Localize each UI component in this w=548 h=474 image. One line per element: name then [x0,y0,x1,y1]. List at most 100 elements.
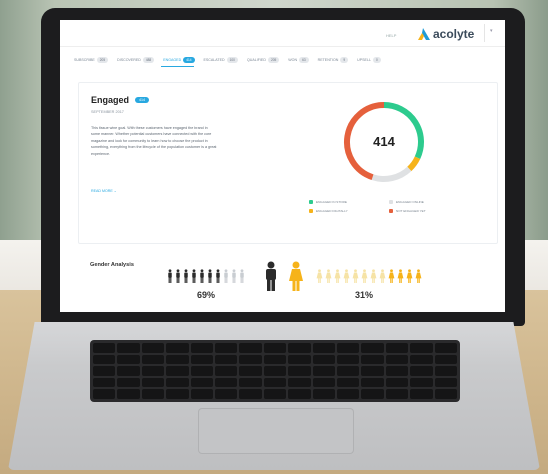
keyboard-key[interactable] [117,354,140,365]
tab-subscribe[interactable]: SUBSCRIBE 205 [74,55,109,65]
read-more-link[interactable]: READ MORE ⌄ [91,189,117,193]
keyboard-key[interactable] [336,389,360,399]
keyboard-key[interactable] [190,366,213,376]
tab-upsell[interactable]: UPSELL 0 [357,55,381,65]
keyboard-key[interactable] [263,343,287,353]
keyboard-key[interactable] [190,343,213,353]
keyboard-key[interactable] [410,354,433,365]
keyboard-key[interactable] [410,343,433,353]
tab-label: ESCALATED [203,58,225,62]
keyboard-key[interactable] [288,389,311,399]
keyboard-key[interactable] [190,389,213,399]
male-percentage: 69% [197,290,216,300]
tab-engaged[interactable]: ENGAGED 414 [163,55,195,65]
tab-discovered[interactable]: DISCOVERED 488 [117,55,155,65]
keyboard-key[interactable] [385,354,409,365]
trackpad[interactable] [198,408,354,454]
keyboard-key[interactable] [166,343,189,353]
keyboard-key[interactable] [141,343,165,353]
keyboard-key[interactable] [190,377,213,388]
male-figure-icon [191,269,197,288]
tab-label: SUBSCRIBE [74,58,95,62]
keyboard-key[interactable] [117,377,140,388]
keyboard-key[interactable] [166,354,189,365]
keyboard-key[interactable] [361,366,384,376]
help-link[interactable]: HELP [386,33,396,38]
keyboard-key[interactable] [93,389,116,399]
keyboard-key[interactable] [214,343,238,353]
keyboard-key[interactable] [312,366,335,376]
keyboard-key[interactable] [239,366,262,376]
keyboard-key[interactable] [336,354,360,365]
keyboard-key[interactable] [410,377,433,388]
tab-escalated[interactable]: ESCALATED 100 [204,55,238,65]
keyboard-key[interactable] [166,377,189,388]
keyboard-key[interactable] [385,343,409,353]
keyboard-key[interactable] [361,354,384,365]
female-figure-icon [397,269,404,288]
keyboard-key[interactable] [410,366,433,376]
chevron-down-icon[interactable]: ▾ [490,28,493,34]
keyboard-key[interactable] [166,366,189,376]
keyboard-key[interactable] [214,366,238,376]
keyboard-key[interactable] [141,377,165,388]
keyboard-key[interactable] [434,354,457,365]
legend-label: ENGAGED ONLINE [396,200,424,204]
keyboard-key[interactable] [288,343,311,353]
keyboard-key[interactable] [434,366,457,376]
keyboard-key[interactable] [214,389,238,399]
keyboard-key[interactable] [385,377,409,388]
keyboard-key[interactable] [117,366,140,376]
keyboard-key[interactable] [93,377,116,388]
keyboard-key[interactable] [214,377,238,388]
legend-swatch [309,209,313,213]
tab-won[interactable]: WON 63 [288,55,309,65]
male-figure-icon [199,269,205,288]
keyboard-key[interactable] [93,366,116,376]
keyboard-key[interactable] [336,377,360,388]
keyboard-key[interactable] [385,366,409,376]
keyboard-key[interactable] [214,354,238,365]
keyboard-key[interactable] [312,343,335,353]
keyboard-key[interactable] [361,389,384,399]
keyboard-key[interactable] [434,389,457,399]
tab-label: RETENTION [317,58,339,62]
keyboard-key[interactable] [312,354,335,365]
tab-retention[interactable]: RETENTION 9 [318,55,349,65]
tab-qualified[interactable]: QUALIFIED 205 [247,55,280,65]
keyboard-key[interactable] [312,389,335,399]
keyboard-key[interactable] [263,354,287,365]
legend-swatch [389,200,393,204]
keyboard-key[interactable] [361,377,384,388]
keyboard-key[interactable] [312,377,335,388]
keyboard-key[interactable] [117,389,140,399]
keyboard-key[interactable] [239,389,262,399]
keyboard-key[interactable] [166,389,189,399]
keyboard-key[interactable] [93,343,116,353]
keyboard-key[interactable] [239,343,262,353]
keyboard-key[interactable] [434,377,457,388]
legend-label: NOT ENGAGED YET [396,209,426,213]
keyboard-key[interactable] [263,366,287,376]
keyboard-key[interactable] [336,343,360,353]
keyboard-key[interactable] [361,343,384,353]
keyboard-key[interactable] [288,377,311,388]
keyboard-key[interactable] [117,343,140,353]
keyboard-key[interactable] [141,366,165,376]
keyboard-key[interactable] [190,354,213,365]
keyboard-key[interactable] [263,377,287,388]
keyboard-key[interactable] [141,354,165,365]
keyboard-key[interactable] [239,377,262,388]
chart-legend: ENGAGED IN STORE ENGAGED ONLINE ENGAGED DI… [309,200,459,213]
keyboard-key[interactable] [288,354,311,365]
keyboard-key[interactable] [263,389,287,399]
card-description: This tissue wine goal. With these custom… [91,126,217,156]
keyboard-key[interactable] [93,354,116,365]
keyboard-key[interactable] [336,366,360,376]
keyboard-key[interactable] [410,389,433,399]
keyboard-key[interactable] [288,366,311,376]
keyboard-key[interactable] [239,354,262,365]
keyboard-key[interactable] [434,343,457,353]
keyboard-key[interactable] [141,389,165,399]
keyboard-key[interactable] [385,389,409,399]
